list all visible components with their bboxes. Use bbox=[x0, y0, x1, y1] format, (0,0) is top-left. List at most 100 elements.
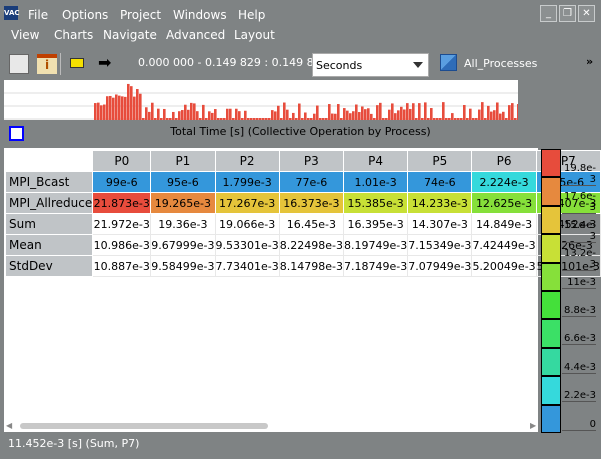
histogram-bar bbox=[292, 112, 295, 120]
legend-swatch bbox=[541, 347, 561, 377]
table-cell[interactable]: 19.265e-3 bbox=[150, 192, 216, 214]
filter-icon[interactable] bbox=[70, 58, 84, 68]
menu-layout[interactable]: Layout bbox=[234, 28, 275, 42]
histogram-bar bbox=[511, 103, 514, 120]
scrollbar-thumb[interactable] bbox=[20, 423, 268, 429]
color-legend bbox=[541, 149, 561, 433]
table-cell[interactable]: 2.224e-3 bbox=[471, 171, 537, 193]
table-cell[interactable]: 7.73401e-3 bbox=[214, 255, 280, 277]
table-cell[interactable]: 7.07949e-3 bbox=[407, 255, 473, 277]
table-cell[interactable]: 7.15349e-3 bbox=[407, 234, 473, 256]
toolbar-overflow[interactable]: » bbox=[586, 55, 593, 68]
histogram-bar bbox=[472, 118, 475, 120]
legend-label: 0 bbox=[562, 419, 596, 431]
column-header-p1[interactable]: P1 bbox=[150, 150, 216, 172]
column-header-p2[interactable]: P2 bbox=[214, 150, 280, 172]
histogram-bar bbox=[130, 86, 133, 120]
table-cell[interactable]: 10.887e-3 bbox=[92, 255, 152, 277]
activity-histogram[interactable] bbox=[4, 80, 518, 120]
table-cell[interactable]: 19.36e-3 bbox=[150, 213, 216, 235]
menu-windows[interactable]: Windows bbox=[173, 8, 227, 22]
table-cell[interactable]: 1.01e-3 bbox=[342, 171, 409, 193]
histogram-bar bbox=[202, 104, 205, 120]
process-group-icon[interactable] bbox=[440, 54, 457, 71]
info-icon[interactable]: i bbox=[37, 54, 57, 74]
minimize-button[interactable]: _ bbox=[540, 5, 557, 22]
histogram-bar bbox=[232, 118, 235, 120]
process-group[interactable]: All_Processes bbox=[464, 57, 537, 70]
histogram-bar bbox=[271, 110, 274, 120]
menu-project[interactable]: Project bbox=[120, 8, 161, 22]
histogram-bar bbox=[262, 118, 265, 120]
histogram-bar bbox=[481, 102, 484, 120]
table-cell[interactable]: 74e-6 bbox=[407, 171, 473, 193]
histogram-bar bbox=[163, 108, 166, 120]
table-cell[interactable]: 17.267e-3 bbox=[214, 192, 280, 214]
table-cell[interactable]: 21.873e-3 bbox=[92, 192, 152, 214]
histogram-bar bbox=[442, 102, 445, 120]
table-cell[interactable]: 77e-6 bbox=[278, 171, 344, 193]
table-cell[interactable]: 95e-6 bbox=[150, 171, 216, 193]
export-arrow-icon[interactable]: ➡ bbox=[98, 53, 111, 72]
row-header[interactable]: Sum bbox=[4, 213, 94, 235]
table-cell[interactable]: 99e-6 bbox=[92, 171, 152, 193]
close-button[interactable]: ✕ bbox=[578, 5, 595, 22]
table-cell[interactable]: 14.233e-3 bbox=[407, 192, 473, 214]
column-header-p0[interactable]: P0 bbox=[92, 150, 152, 172]
table-cell[interactable]: 14.307e-3 bbox=[407, 213, 473, 235]
menu-advanced[interactable]: Advanced bbox=[166, 28, 225, 42]
histogram-bar bbox=[430, 108, 433, 120]
restore-button[interactable]: ❐ bbox=[559, 5, 576, 22]
table-cell[interactable]: 16.395e-3 bbox=[342, 213, 409, 235]
unit-select[interactable]: Seconds bbox=[312, 53, 429, 77]
table-cell[interactable]: 16.45e-3 bbox=[278, 213, 344, 235]
table-cell[interactable]: 8.14798e-3 bbox=[278, 255, 344, 277]
row-header[interactable]: Mean bbox=[4, 234, 94, 256]
menu-options[interactable]: Options bbox=[62, 8, 108, 22]
table-cell[interactable]: 9.58499e-3 bbox=[150, 255, 216, 277]
table-cell[interactable]: 15.385e-3 bbox=[342, 192, 409, 214]
table-cell[interactable]: 1.799e-3 bbox=[214, 171, 280, 193]
histogram-bar bbox=[280, 118, 283, 120]
histogram-bar bbox=[418, 103, 421, 120]
table-cell[interactable]: 12.625e-3 bbox=[471, 192, 537, 214]
scroll-right-icon[interactable]: ▶ bbox=[530, 421, 536, 430]
table-cell[interactable]: 10.986e-3 bbox=[92, 234, 152, 256]
histogram-bar bbox=[352, 111, 355, 120]
table-cell[interactable]: 7.18749e-3 bbox=[342, 255, 409, 277]
legend-label: 4.4e-3 bbox=[562, 361, 596, 374]
table-cell[interactable]: 5.20049e-3 bbox=[471, 255, 537, 277]
column-header-p4[interactable]: P4 bbox=[342, 150, 409, 172]
row-header[interactable]: MPI_Bcast bbox=[4, 171, 94, 193]
histogram-bar bbox=[322, 118, 325, 120]
histogram-bar bbox=[127, 83, 130, 120]
menu-help[interactable]: Help bbox=[238, 8, 265, 22]
menu-charts[interactable]: Charts bbox=[54, 28, 93, 42]
scroll-left-icon[interactable]: ◀ bbox=[6, 421, 12, 430]
table-cell[interactable]: 14.849e-3 bbox=[471, 213, 537, 235]
table-cell[interactable]: 16.373e-3 bbox=[278, 192, 344, 214]
histogram-bar bbox=[121, 96, 124, 120]
table-row: StdDev 10.887e-3 9.58499e-3 7.73401e-3 8.147… bbox=[4, 255, 601, 277]
table-cell[interactable]: 19.066e-3 bbox=[214, 213, 280, 235]
table-cell[interactable]: 8.19749e-3 bbox=[342, 234, 409, 256]
table-cell[interactable]: 21.972e-3 bbox=[92, 213, 152, 235]
menu-navigate[interactable]: Navigate bbox=[103, 28, 157, 42]
column-header-p6[interactable]: P6 bbox=[471, 150, 537, 172]
menu-file[interactable]: File bbox=[28, 8, 48, 22]
table-cell[interactable]: 9.53301e-3 bbox=[214, 234, 280, 256]
histogram-bar bbox=[484, 118, 487, 120]
column-header-p5[interactable]: P5 bbox=[407, 150, 473, 172]
table-cell[interactable]: 9.67999e-3 bbox=[150, 234, 216, 256]
row-header[interactable]: StdDev bbox=[4, 255, 94, 277]
histogram-bar bbox=[139, 93, 142, 120]
row-header[interactable]: MPI_Allreduce bbox=[4, 192, 94, 214]
histogram-bar bbox=[94, 103, 97, 120]
table-cell[interactable]: 7.42449e-3 bbox=[471, 234, 537, 256]
menu-view[interactable]: View bbox=[11, 28, 39, 42]
table-cell[interactable]: 8.22498e-3 bbox=[278, 234, 344, 256]
column-header-p3[interactable]: P3 bbox=[278, 150, 344, 172]
timeline-chart-icon[interactable] bbox=[9, 54, 29, 74]
histogram-bar bbox=[178, 111, 181, 120]
horizontal-scrollbar[interactable]: ◀ ▶ bbox=[6, 421, 538, 431]
